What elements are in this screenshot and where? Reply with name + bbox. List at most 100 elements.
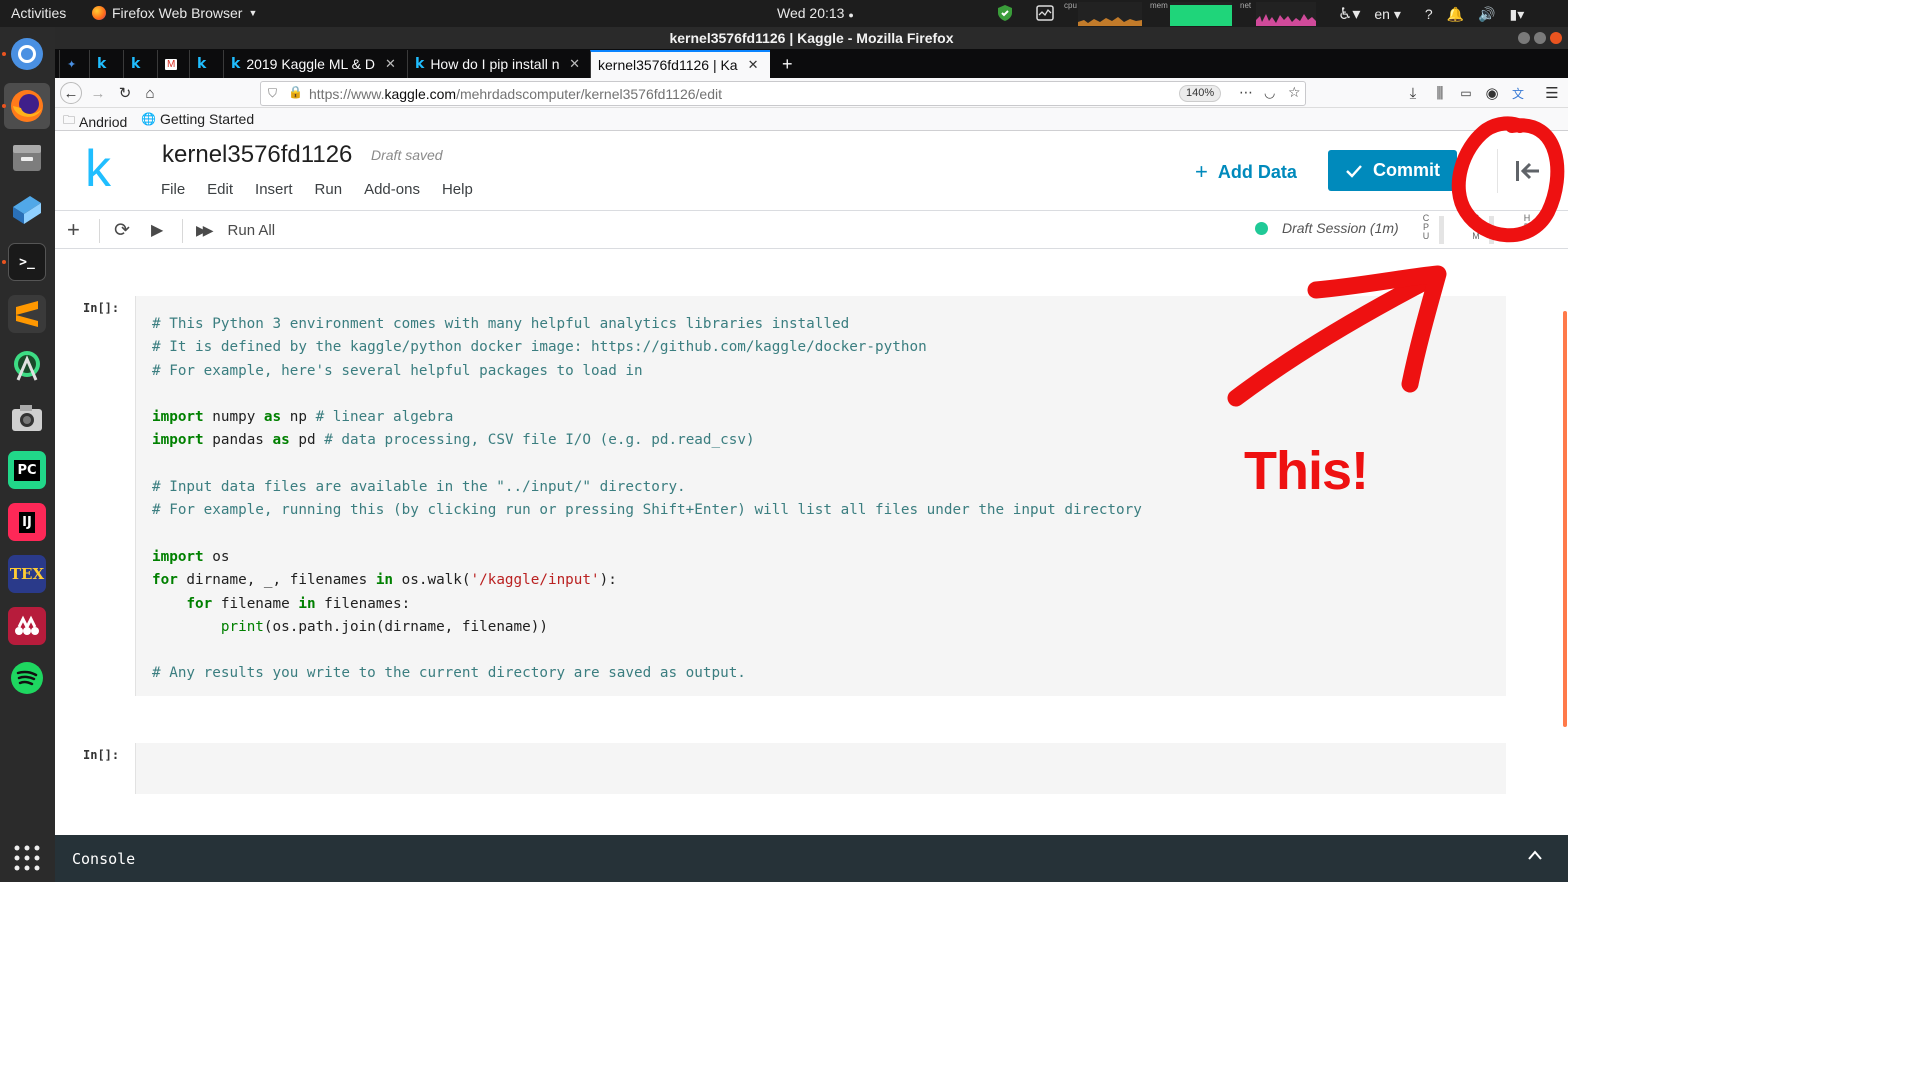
menu-file[interactable]: File xyxy=(161,181,185,198)
downloads-icon[interactable]: ⤓ xyxy=(1402,82,1424,104)
close-tab-icon[interactable]: ✕ xyxy=(569,56,580,72)
reload-button[interactable]: ↻ xyxy=(114,82,136,104)
notification-bell-icon[interactable]: 🔔 xyxy=(1447,6,1464,23)
code-editor[interactable]: # This Python 3 environment comes with m… xyxy=(152,313,1142,686)
add-cell-button[interactable]: + xyxy=(67,217,80,242)
menu-addons[interactable]: Add-ons xyxy=(364,181,420,198)
camera-icon[interactable] xyxy=(8,399,46,437)
ram-meter-label: RAM xyxy=(1472,213,1480,241)
menu-edit[interactable]: Edit xyxy=(207,181,233,198)
menu-run[interactable]: Run xyxy=(315,181,343,198)
tab-kaggle-2[interactable]: k xyxy=(123,50,155,78)
hamburger-menu-icon[interactable]: ☰ xyxy=(1541,82,1563,104)
intellij-icon[interactable]: IJ xyxy=(8,503,46,541)
fast-forward-icon: ▶▶ xyxy=(196,221,213,238)
language-indicator[interactable]: en ▾ xyxy=(1374,6,1401,23)
tab-kaggle-survey[interactable]: k 2019 Kaggle ML & D ✕ xyxy=(223,50,403,78)
empty-code-cell[interactable] xyxy=(135,743,1506,794)
session-status[interactable]: Draft Session (1m) xyxy=(1255,220,1399,236)
tab-pip-install[interactable]: k How do I pip install n ✕ xyxy=(407,50,587,78)
kaggle-icon: k xyxy=(97,56,107,72)
run-all-button[interactable]: ▶▶ Run All xyxy=(196,219,275,241)
add-data-button[interactable]: + Add Data xyxy=(1195,159,1297,185)
code-token: # It is defined by the kaggle/python doc… xyxy=(152,339,927,356)
show-applications-icon[interactable] xyxy=(8,839,46,877)
zoom-indicator[interactable]: 140% xyxy=(1179,85,1222,102)
code-token: as xyxy=(272,432,290,449)
tracking-shield-icon[interactable]: ⛉ xyxy=(268,86,277,101)
shield-icon[interactable] xyxy=(996,4,1014,25)
system-status-area[interactable]: ♿▾ en ▾ ? 🔔 🔊 ▮▾ xyxy=(1338,4,1524,24)
menu-insert[interactable]: Insert xyxy=(255,181,293,198)
account-icon[interactable]: ◉ xyxy=(1481,82,1503,104)
new-tab-button[interactable]: + xyxy=(775,50,803,78)
lock-icon[interactable]: 🔒 xyxy=(288,85,303,99)
page-scrollbar[interactable] xyxy=(1563,311,1567,727)
terminal-icon[interactable]: >_ xyxy=(8,243,46,281)
activities-button[interactable]: Activities xyxy=(11,5,66,21)
translate-icon[interactable]: 文 xyxy=(1507,82,1529,104)
tab-kaggle-3[interactable]: k xyxy=(189,50,221,78)
bookmark-folder-andriod[interactable]: 🗀 Andriod xyxy=(63,111,127,132)
close-tab-icon[interactable]: ✕ xyxy=(748,57,759,73)
help-icon[interactable]: ? xyxy=(1425,6,1433,22)
maximize-icon[interactable] xyxy=(1534,32,1546,44)
cpu-graph xyxy=(1078,2,1142,26)
notification-dot-icon: ● xyxy=(848,10,854,20)
app-menu[interactable]: Firefox Web Browser ▼ xyxy=(92,5,257,21)
firefox-dock-icon[interactable] xyxy=(4,83,50,129)
tab-pinned[interactable]: ✦ xyxy=(59,50,87,78)
tab-kaggle-1[interactable]: k xyxy=(89,50,121,78)
commit-button[interactable]: Commit xyxy=(1328,150,1457,191)
running-indicator xyxy=(2,260,6,264)
tab-gmail[interactable]: M xyxy=(157,50,187,78)
bookmark-star-icon[interactable]: ☆ xyxy=(1288,84,1301,101)
window-title-bar[interactable]: kernel3576fd1126 | Kaggle - Mozilla Fire… xyxy=(55,27,1568,49)
console-panel[interactable]: Console xyxy=(55,835,1568,882)
bookmark-getting-started[interactable]: 🌐 Getting Started xyxy=(141,111,254,127)
files-icon[interactable] xyxy=(8,139,46,177)
console-label: Console xyxy=(72,850,136,868)
close-tab-icon[interactable]: ✕ xyxy=(385,56,396,72)
system-monitor-icon[interactable] xyxy=(1036,4,1054,25)
net-label: net xyxy=(1240,1,1252,10)
accessibility-icon[interactable]: ♿▾ xyxy=(1338,4,1360,24)
mem-label: mem xyxy=(1150,1,1168,10)
android-studio-icon[interactable] xyxy=(8,347,46,385)
chevron-up-icon[interactable] xyxy=(1527,847,1543,865)
battery-icon[interactable]: ▮▾ xyxy=(1510,6,1525,23)
mendeley-icon[interactable] xyxy=(8,607,46,645)
restart-button[interactable]: ⟳ xyxy=(114,219,130,241)
spotify-icon[interactable] xyxy=(8,659,46,697)
collapse-sidebar-button[interactable] xyxy=(1497,149,1557,193)
volume-icon[interactable]: 🔊 xyxy=(1478,6,1495,23)
pycharm-icon[interactable]: PC xyxy=(8,451,46,489)
sidebar-icon[interactable]: ▭ xyxy=(1455,82,1477,104)
run-cell-button[interactable]: ▶ xyxy=(151,219,163,241)
notebook-title[interactable]: kernel3576fd1126 xyxy=(162,141,352,169)
cell-prompt: In[]: xyxy=(83,301,120,315)
pocket-icon[interactable]: ◡ xyxy=(1264,85,1275,101)
code-token: os.walk( xyxy=(393,572,471,589)
clock[interactable]: Wed 20:13 ● xyxy=(777,5,854,21)
library-icon[interactable]: ⫼ xyxy=(1429,82,1451,104)
code-token: import xyxy=(152,548,204,565)
home-button[interactable]: ⌂ xyxy=(139,82,161,104)
code-editor-icon[interactable] xyxy=(8,191,46,229)
back-arrow-icon: ← xyxy=(63,84,79,102)
url-bar[interactable]: ⛉ 🔒 https://www.kaggle.com/mehrdadscompu… xyxy=(260,81,1306,106)
code-token: # For example, running this (by clicking… xyxy=(152,502,1142,519)
tex-editor-icon[interactable]: TEX xyxy=(8,555,46,593)
chromium-icon[interactable] xyxy=(8,35,46,73)
close-window-icon[interactable] xyxy=(1550,32,1562,44)
plus-icon: + xyxy=(1195,159,1208,184)
plus-icon: + xyxy=(782,53,793,74)
minimize-icon[interactable] xyxy=(1518,32,1530,44)
menu-help[interactable]: Help xyxy=(442,181,473,198)
page-actions-icon[interactable]: ⋯ xyxy=(1239,84,1253,101)
tab-kernel-active[interactable]: kernel3576fd1126 | Ka ✕ xyxy=(590,50,770,78)
back-button[interactable]: ← xyxy=(60,82,82,104)
forward-button[interactable]: → xyxy=(87,82,109,104)
sublime-text-icon[interactable] xyxy=(8,295,46,333)
kaggle-logo[interactable]: k xyxy=(85,139,111,199)
